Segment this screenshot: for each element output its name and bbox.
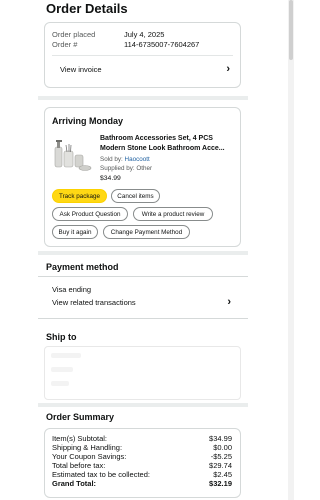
sold-by: Sold by: Haocoott bbox=[100, 155, 238, 164]
write-review-button[interactable]: Write a product review bbox=[133, 207, 213, 221]
divider bbox=[38, 318, 248, 319]
chevron-right-icon: › bbox=[227, 296, 231, 308]
scrollbar-thumb[interactable] bbox=[289, 0, 293, 60]
summary-row: Estimated tax to be collected: $2.45 bbox=[52, 470, 232, 479]
summary-label: Estimated tax to be collected: bbox=[52, 470, 150, 479]
order-number-value: 114-6735007-7604267 bbox=[124, 40, 200, 49]
order-summary-heading: Order Summary bbox=[46, 412, 115, 422]
summary-value: $34.99 bbox=[209, 434, 232, 443]
delivery-status: Arriving Monday bbox=[52, 116, 124, 126]
divider bbox=[38, 276, 248, 277]
section-separator bbox=[38, 403, 248, 407]
view-related-transactions-link[interactable]: View related transactions › bbox=[37, 296, 241, 308]
ship-to-heading: Ship to bbox=[46, 332, 77, 342]
order-placed-value: July 4, 2025 bbox=[124, 30, 165, 39]
chevron-right-icon: › bbox=[226, 63, 230, 75]
ship-to-address-box bbox=[44, 346, 241, 400]
product-info: Bathroom Accessories Set, 4 PCS Modern S… bbox=[100, 134, 238, 182]
order-placed-row: Order placed July 4, 2025 bbox=[45, 30, 199, 40]
supplied-by: Supplied by: Other bbox=[100, 165, 153, 172]
track-package-button[interactable]: Track package bbox=[52, 189, 107, 203]
summary-value: $29.74 bbox=[209, 461, 232, 470]
section-separator bbox=[38, 96, 248, 100]
order-number-label: Order # bbox=[52, 40, 78, 49]
divider bbox=[52, 55, 233, 56]
payment-method-heading: Payment method bbox=[46, 262, 119, 272]
order-number-row: Order # 114-6735007-7604267 bbox=[45, 40, 199, 50]
order-info-card: Order placed July 4, 2025 Order # 114-67… bbox=[44, 22, 241, 88]
product-title-line2[interactable]: Modern Stone Look Bathroom Acce... bbox=[100, 144, 238, 154]
redacted-address-line bbox=[51, 367, 73, 372]
redacted-address-line bbox=[51, 353, 81, 358]
summary-row: Shipping & Handling: $0.00 bbox=[52, 443, 232, 452]
order-placed-label: Order placed bbox=[52, 30, 96, 39]
summary-value: $2.45 bbox=[213, 470, 232, 479]
redacted-address-line bbox=[51, 381, 69, 386]
grand-total-label: Grand Total: bbox=[52, 479, 97, 488]
ask-product-question-button[interactable]: Ask Product Question bbox=[52, 207, 128, 221]
cancel-items-button[interactable]: Cancel items bbox=[111, 189, 160, 203]
scrollbar[interactable] bbox=[288, 0, 294, 500]
order-summary-card: Item(s) Subtotal: $34.99 Shipping & Hand… bbox=[44, 428, 241, 498]
summary-row: Item(s) Subtotal: $34.99 bbox=[52, 434, 232, 443]
grand-total-value: $32.19 bbox=[209, 479, 232, 488]
section-separator bbox=[38, 251, 248, 255]
product-title-line1[interactable]: Bathroom Accessories Set, 4 PCS bbox=[100, 134, 238, 144]
summary-label: Item(s) Subtotal: bbox=[52, 434, 108, 443]
view-invoice-link[interactable]: View invoice › bbox=[45, 63, 240, 75]
grand-total-row: Grand Total: $32.19 bbox=[52, 479, 232, 488]
product-price: $34.99 bbox=[100, 175, 121, 182]
summary-value: -$5.25 bbox=[210, 452, 232, 461]
summary-row: Total before tax: $29.74 bbox=[52, 461, 232, 470]
seller-link[interactable]: Haocoott bbox=[125, 156, 150, 163]
sold-by-label: Sold by: bbox=[100, 156, 123, 163]
view-related-transactions-label: View related transactions bbox=[52, 297, 136, 307]
shipment-card: Arriving Monday Bathroom Accessories Set… bbox=[44, 107, 241, 247]
summary-label: Shipping & Handling: bbox=[52, 443, 123, 452]
bathroom-set-image[interactable] bbox=[52, 135, 92, 175]
summary-label: Your Coupon Savings: bbox=[52, 452, 127, 461]
page-title: Order Details bbox=[46, 1, 128, 16]
summary-label: Total before tax: bbox=[52, 461, 106, 470]
summary-value: $0.00 bbox=[213, 443, 232, 452]
buy-it-again-button[interactable]: Buy it again bbox=[52, 225, 98, 239]
summary-row: Your Coupon Savings: -$5.25 bbox=[52, 452, 232, 461]
change-payment-method-button[interactable]: Change Payment Method bbox=[103, 225, 190, 239]
order-details-page: Order Details Order placed July 4, 2025 … bbox=[0, 0, 294, 500]
view-invoice-label: View invoice bbox=[60, 64, 102, 74]
payment-method-value: Visa ending bbox=[52, 285, 92, 294]
